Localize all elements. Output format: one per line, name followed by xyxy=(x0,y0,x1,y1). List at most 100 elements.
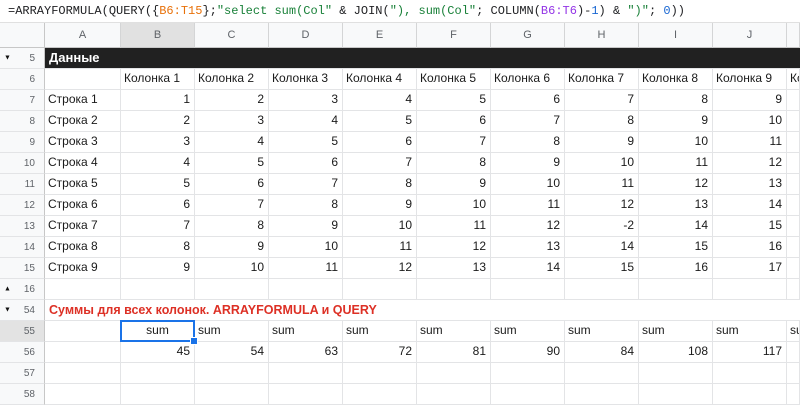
cell[interactable]: 11 xyxy=(343,237,417,258)
cell[interactable] xyxy=(121,279,195,300)
cell[interactable]: Колонка 6 xyxy=(491,69,565,90)
cell[interactable]: Строка 8 xyxy=(45,237,121,258)
cell[interactable]: 15 xyxy=(713,216,787,237)
cell[interactable] xyxy=(787,132,800,153)
cell[interactable]: 13 xyxy=(491,237,565,258)
cell[interactable]: 6 xyxy=(121,195,195,216)
cell[interactable] xyxy=(787,216,800,237)
cell[interactable]: Колонка 5 xyxy=(417,69,491,90)
cell[interactable] xyxy=(491,384,565,405)
cell[interactable]: 13 xyxy=(713,174,787,195)
cell[interactable]: 10 xyxy=(343,216,417,237)
cell[interactable]: 2 xyxy=(195,90,269,111)
cell[interactable] xyxy=(45,279,121,300)
cell[interactable]: Колонка 7 xyxy=(565,69,639,90)
cell[interactable]: 10 xyxy=(417,195,491,216)
cell[interactable]: 9 xyxy=(195,237,269,258)
cell[interactable]: 8 xyxy=(565,111,639,132)
cell[interactable]: 9 xyxy=(343,195,417,216)
cell[interactable]: 8 xyxy=(195,216,269,237)
column-header[interactable]: J xyxy=(713,23,787,48)
cell[interactable] xyxy=(195,279,269,300)
cell[interactable]: 5 xyxy=(195,153,269,174)
cell[interactable] xyxy=(491,279,565,300)
cell[interactable]: Колонка 1 xyxy=(121,69,195,90)
cell[interactable]: sum xyxy=(787,321,800,342)
cell[interactable]: 5 xyxy=(343,111,417,132)
cell[interactable]: Колонка 4 xyxy=(343,69,417,90)
cell[interactable]: 9 xyxy=(565,132,639,153)
cell[interactable]: 14 xyxy=(639,216,713,237)
cell[interactable] xyxy=(787,195,800,216)
cell[interactable]: Колонка 10 xyxy=(787,69,800,90)
cell[interactable]: 9 xyxy=(417,174,491,195)
column-header[interactable]: G xyxy=(491,23,565,48)
cell[interactable]: Строка 6 xyxy=(45,195,121,216)
cell[interactable] xyxy=(45,69,121,90)
cell[interactable] xyxy=(639,384,713,405)
cell[interactable] xyxy=(195,363,269,384)
cell[interactable]: 17 xyxy=(713,258,787,279)
cell[interactable]: 15 xyxy=(565,258,639,279)
cell[interactable]: 4 xyxy=(343,90,417,111)
row-header[interactable]: 56 xyxy=(0,342,45,363)
cell[interactable]: 8 xyxy=(269,195,343,216)
cell[interactable]: 10 xyxy=(639,132,713,153)
cell[interactable]: 12 xyxy=(491,216,565,237)
group-collapse-icon[interactable]: ▼ xyxy=(4,55,11,62)
cell[interactable] xyxy=(787,237,800,258)
cell[interactable]: 11 xyxy=(713,132,787,153)
cell[interactable]: 7 xyxy=(491,111,565,132)
cell[interactable] xyxy=(639,363,713,384)
cell[interactable] xyxy=(45,363,121,384)
cell[interactable]: 45 xyxy=(121,342,195,363)
cell[interactable] xyxy=(45,342,121,363)
cell[interactable]: 3 xyxy=(269,90,343,111)
cell[interactable]: 12 xyxy=(417,237,491,258)
cell[interactable]: sum xyxy=(565,321,639,342)
cell[interactable]: 16 xyxy=(713,237,787,258)
cell[interactable] xyxy=(713,363,787,384)
cell[interactable]: 11 xyxy=(491,195,565,216)
cell[interactable]: -2 xyxy=(565,216,639,237)
group-collapse-icon[interactable]: ▼ xyxy=(4,307,11,314)
cell[interactable]: 7 xyxy=(343,153,417,174)
cell[interactable] xyxy=(269,279,343,300)
row-header[interactable]: 7 xyxy=(0,90,45,111)
cell[interactable]: 1 xyxy=(121,90,195,111)
cell[interactable]: 4 xyxy=(269,111,343,132)
cell[interactable]: Колонка 3 xyxy=(269,69,343,90)
cell[interactable]: 7 xyxy=(417,132,491,153)
cell[interactable]: 15 xyxy=(639,237,713,258)
cell[interactable]: 63 xyxy=(269,342,343,363)
cell[interactable] xyxy=(417,384,491,405)
cell[interactable]: sum xyxy=(639,321,713,342)
cell[interactable]: 3 xyxy=(121,132,195,153)
cell[interactable]: Колонка 8 xyxy=(639,69,713,90)
select-all-corner[interactable] xyxy=(0,23,45,48)
cell[interactable] xyxy=(121,384,195,405)
cell[interactable]: 10 xyxy=(269,237,343,258)
column-header[interactable]: D xyxy=(269,23,343,48)
cell[interactable] xyxy=(787,153,800,174)
cell[interactable]: 4 xyxy=(121,153,195,174)
cell[interactable] xyxy=(787,174,800,195)
cell[interactable] xyxy=(417,279,491,300)
cell[interactable]: 14 xyxy=(565,237,639,258)
cell[interactable]: 11 xyxy=(565,174,639,195)
cell[interactable]: Строка 9 xyxy=(45,258,121,279)
cell[interactable]: 13 xyxy=(417,258,491,279)
column-header[interactable]: B xyxy=(121,23,195,48)
cell[interactable]: 90 xyxy=(491,342,565,363)
cell[interactable]: sum xyxy=(269,321,343,342)
cell[interactable]: 5 xyxy=(269,132,343,153)
section-note-cell[interactable]: Суммы для всех колонок. ARRAYFORMULA и Q… xyxy=(45,300,800,321)
cell[interactable] xyxy=(343,363,417,384)
fill-handle[interactable] xyxy=(190,337,198,345)
cell[interactable] xyxy=(121,363,195,384)
cell[interactable] xyxy=(45,384,121,405)
cell[interactable]: 14 xyxy=(713,195,787,216)
cell[interactable]: 6 xyxy=(269,153,343,174)
cell[interactable]: Строка 2 xyxy=(45,111,121,132)
cell[interactable]: 7 xyxy=(269,174,343,195)
